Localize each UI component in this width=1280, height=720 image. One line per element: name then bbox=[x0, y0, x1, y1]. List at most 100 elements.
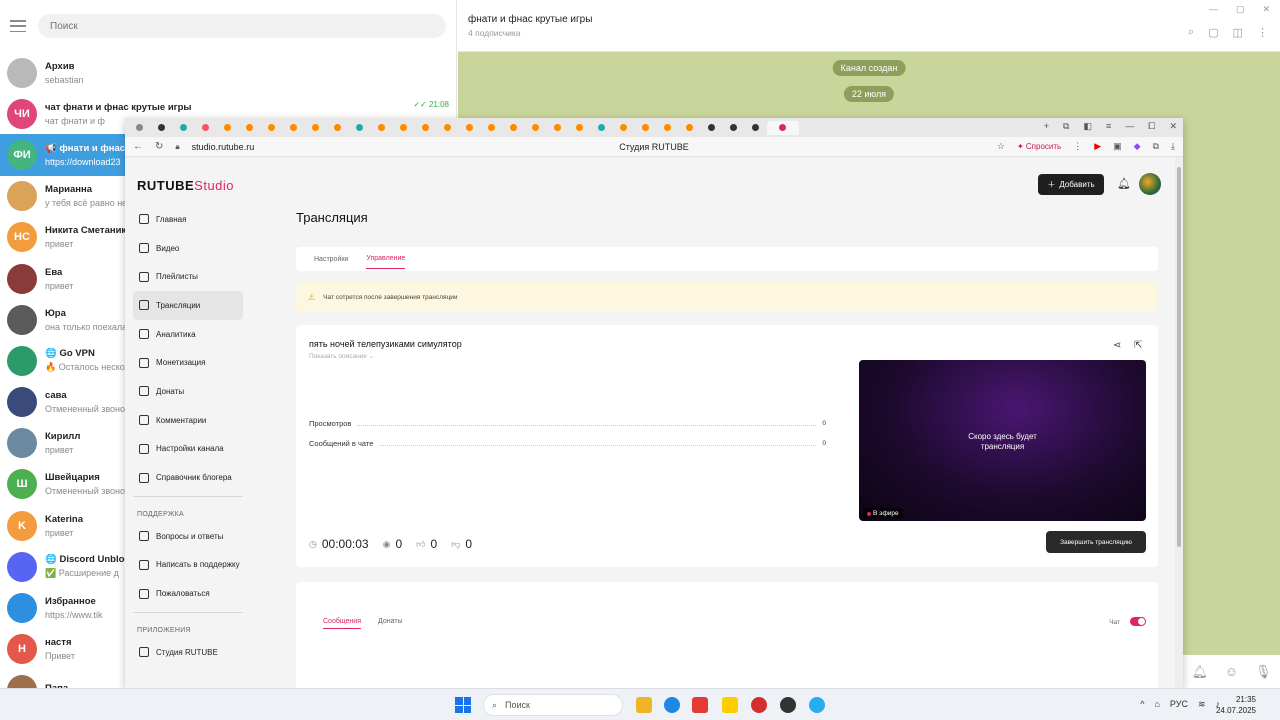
more-icon[interactable]: ⋮ bbox=[1073, 141, 1082, 152]
twitch-icon[interactable]: ◆ bbox=[1134, 141, 1141, 152]
browser-tab[interactable] bbox=[547, 121, 569, 135]
rutube-studio-logo[interactable]: RUTUBEStudio bbox=[137, 178, 234, 193]
download-icon[interactable]: ⤓ bbox=[1171, 141, 1175, 152]
browser-tab[interactable] bbox=[173, 121, 195, 135]
browser-tab[interactable] bbox=[569, 121, 591, 135]
sidebar-item[interactable]: Плейлисты bbox=[133, 262, 243, 291]
browser-tab[interactable] bbox=[327, 121, 349, 135]
sidebar-item[interactable]: Видео bbox=[133, 234, 243, 263]
windows-start-icon[interactable] bbox=[455, 697, 471, 713]
sidebar-item[interactable]: Трансляции bbox=[133, 291, 243, 320]
stream-preview[interactable]: Скоро здесь будет трансляция В эфире bbox=[859, 360, 1146, 521]
sidebar-item[interactable]: Главная bbox=[133, 205, 243, 234]
tab-donations[interactable]: Донаты bbox=[378, 618, 403, 625]
wifi-icon[interactable]: ≋ bbox=[1198, 699, 1206, 710]
youtube-icon[interactable]: ▶ bbox=[1094, 141, 1101, 152]
restore-icon[interactable]: ⧠ bbox=[1148, 121, 1155, 132]
browser-tab[interactable] bbox=[261, 121, 283, 135]
telegram-icon[interactable] bbox=[809, 697, 825, 713]
browser-tab[interactable] bbox=[437, 121, 459, 135]
chat-toggle[interactable] bbox=[1130, 617, 1146, 626]
show-description-link[interactable]: Показать описание ⌄ bbox=[309, 352, 374, 360]
close-icon[interactable]: ✕ bbox=[1262, 4, 1270, 15]
sidebar-item[interactable]: Написать в поддержку bbox=[133, 551, 243, 580]
network-icon[interactable]: ⌂ bbox=[1154, 699, 1159, 710]
avatar[interactable] bbox=[1139, 173, 1161, 195]
add-button[interactable]: ＋ Добавить bbox=[1038, 174, 1104, 195]
browser-tab[interactable] bbox=[371, 121, 393, 135]
search-icon[interactable]: ⌕ bbox=[1188, 26, 1194, 39]
browser-tab[interactable] bbox=[591, 121, 613, 135]
sidebar-item[interactable]: Вопросы и ответы bbox=[133, 522, 243, 551]
tab-settings[interactable]: Настройки bbox=[314, 250, 348, 269]
browser-tab[interactable] bbox=[723, 121, 745, 135]
sidebar-item[interactable]: Пожаловаться bbox=[133, 579, 243, 608]
sidebar-item[interactable]: Монетизация bbox=[133, 348, 243, 377]
collections-icon[interactable]: ⧉ bbox=[1153, 141, 1159, 152]
browser-tab[interactable] bbox=[745, 121, 767, 135]
tab-management[interactable]: Управление bbox=[366, 249, 406, 269]
page-scrollbar[interactable] bbox=[1175, 157, 1183, 688]
browser-tab[interactable] bbox=[525, 121, 547, 135]
sidebar-icon[interactable]: ◫ bbox=[1233, 26, 1243, 39]
sidebar-item[interactable]: Комментарии bbox=[133, 406, 243, 435]
bookmark-icon[interactable]: ☆ bbox=[997, 141, 1005, 152]
browser-tab[interactable] bbox=[305, 121, 327, 135]
browser-tab[interactable] bbox=[393, 121, 415, 135]
end-stream-button[interactable]: Завершить трансляцию bbox=[1046, 531, 1146, 553]
extension-icon[interactable]: ▣ bbox=[1113, 141, 1122, 152]
minimize-icon[interactable]: — bbox=[1209, 4, 1218, 15]
comments-icon[interactable]: ▢ bbox=[1208, 26, 1218, 39]
more-icon[interactable]: ⋮ bbox=[1257, 26, 1268, 39]
browser-tab[interactable] bbox=[635, 121, 657, 135]
edge-browser-icon[interactable] bbox=[664, 697, 680, 713]
browser-tab[interactable] bbox=[217, 121, 239, 135]
browser-tab[interactable] bbox=[151, 121, 173, 135]
sidebar-item[interactable]: Студия RUTUBE bbox=[133, 638, 243, 667]
taskbar-search[interactable]: ⌕ Поиск bbox=[483, 694, 623, 716]
file-explorer-icon[interactable] bbox=[636, 697, 652, 713]
chat-search-input[interactable] bbox=[38, 14, 446, 38]
browser-tab[interactable] bbox=[349, 121, 371, 135]
menu-icon[interactable] bbox=[10, 20, 26, 32]
close-icon[interactable]: ✕ bbox=[1169, 121, 1177, 132]
browser-tab[interactable] bbox=[283, 121, 305, 135]
browser-tab[interactable] bbox=[459, 121, 481, 135]
menu-icon[interactable]: ≡ bbox=[1106, 121, 1111, 132]
browser-tab[interactable] bbox=[701, 121, 723, 135]
browser-tab[interactable] bbox=[767, 120, 799, 135]
browser-tab[interactable] bbox=[503, 121, 525, 135]
browser-tab[interactable] bbox=[657, 121, 679, 135]
browser-tab[interactable] bbox=[481, 121, 503, 135]
sidebar-item[interactable]: Аналитика bbox=[133, 320, 243, 349]
tab-messages[interactable]: Сообщения bbox=[323, 618, 361, 629]
browser-tab[interactable] bbox=[129, 121, 151, 135]
bell-icon[interactable]: 🔔︎ bbox=[1191, 664, 1208, 680]
microphone-icon[interactable]: 🎙︎ bbox=[1255, 664, 1272, 680]
browser-tab[interactable] bbox=[613, 121, 635, 135]
url-field[interactable]: studio.rutube.ru bbox=[192, 142, 255, 152]
sidebar-item[interactable]: Донаты bbox=[133, 377, 243, 406]
back-icon[interactable]: ← bbox=[133, 141, 143, 152]
maximize-icon[interactable]: ▢ bbox=[1236, 4, 1245, 15]
chat-list-item[interactable]: Архив sebastian bbox=[0, 52, 457, 93]
emoji-icon[interactable]: ☺ bbox=[1225, 664, 1238, 679]
ask-button[interactable]: ✦ Спросить bbox=[1017, 142, 1061, 151]
notifications-icon[interactable]: 🔔︎ bbox=[1117, 177, 1131, 190]
yandex-browser-icon[interactable] bbox=[722, 697, 738, 713]
minimize-icon[interactable]: — bbox=[1125, 121, 1134, 132]
opera-icon[interactable] bbox=[751, 697, 767, 713]
obs-icon[interactable] bbox=[780, 697, 796, 713]
new-tab-icon[interactable]: + bbox=[1044, 121, 1049, 132]
browser-tab[interactable] bbox=[679, 121, 701, 135]
yandex-icon[interactable] bbox=[692, 697, 708, 713]
open-external-icon[interactable]: ⇱ bbox=[1134, 340, 1142, 351]
browser-tab[interactable] bbox=[239, 121, 261, 135]
sidebar-item[interactable]: Настройки канала bbox=[133, 435, 243, 464]
bookmarks-icon[interactable]: ⧉ bbox=[1063, 121, 1069, 132]
language-indicator[interactable]: РУС bbox=[1170, 699, 1188, 710]
share-icon[interactable]: ⋖ bbox=[1113, 340, 1121, 351]
clock[interactable]: 21:35 24.07.2025 bbox=[1216, 694, 1256, 716]
browser-tab[interactable] bbox=[195, 121, 217, 135]
chevron-up-icon[interactable]: ^ bbox=[1140, 699, 1144, 710]
